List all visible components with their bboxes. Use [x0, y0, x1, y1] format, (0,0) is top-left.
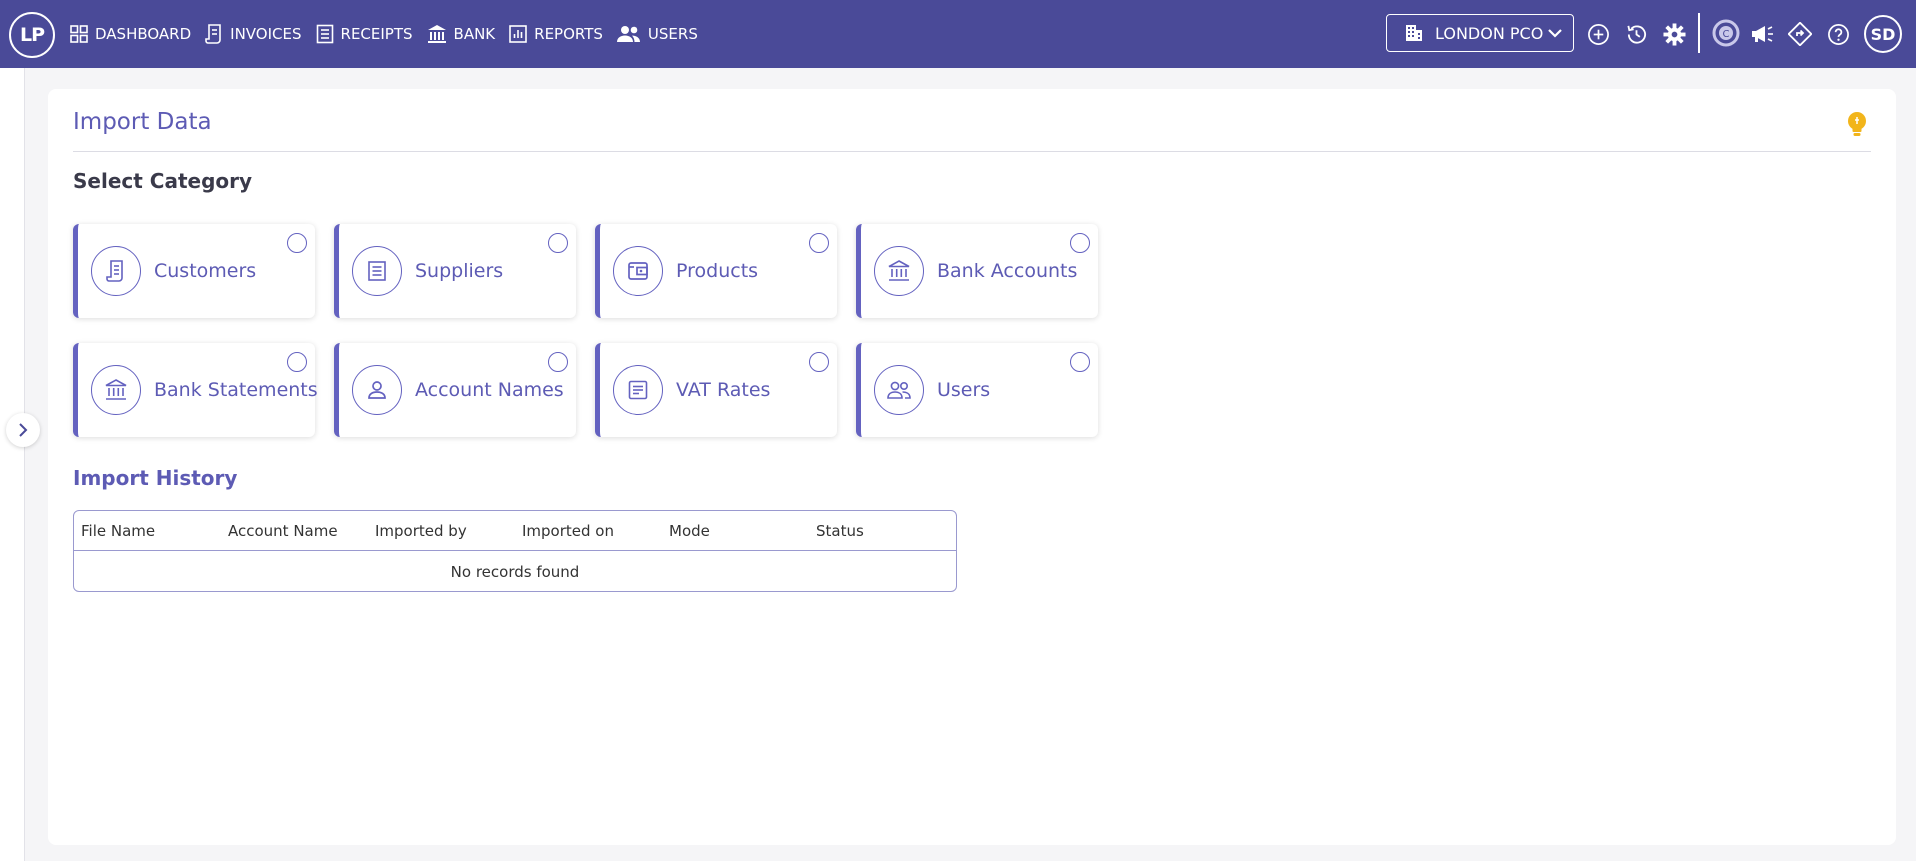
category-radio[interactable]	[287, 233, 307, 253]
chevron-down-icon	[1548, 29, 1562, 38]
nav-item-receipts[interactable]: RECEIPTS	[316, 24, 413, 44]
help-question-icon	[1827, 23, 1849, 45]
dashboard-grid-icon	[70, 25, 88, 43]
c-brand-icon: C	[1712, 19, 1740, 47]
top-navigation-bar: LP DASHBOARD INVOICES RECEIPTS BANK REPO…	[0, 0, 1916, 68]
bank-icon	[874, 246, 924, 296]
category-radio[interactable]	[809, 233, 829, 253]
column-header-file-name[interactable]: File Name	[81, 522, 155, 540]
organization-select-value: LONDON PCO	[1435, 23, 1544, 43]
nav-label: DASHBOARD	[95, 25, 192, 43]
category-radio[interactable]	[809, 352, 829, 372]
history-icon	[1626, 24, 1646, 44]
nav-label: RECEIPTS	[340, 25, 413, 43]
settings-button[interactable]	[1662, 22, 1686, 46]
invoice-icon	[205, 24, 221, 44]
nav-label: USERS	[647, 25, 698, 43]
suppliers-list-icon	[352, 246, 402, 296]
title-divider	[73, 151, 1871, 152]
person-icon	[352, 365, 402, 415]
add-button[interactable]	[1586, 22, 1610, 46]
history-button[interactable]	[1624, 22, 1648, 46]
category-label: VAT Rates	[676, 379, 771, 401]
brand-c-button[interactable]: C	[1712, 19, 1740, 47]
announcement-megaphone-icon	[1752, 26, 1773, 42]
bank-icon	[427, 25, 446, 43]
chevron-right-icon	[19, 423, 28, 437]
sidebar-expand-button[interactable]	[6, 413, 40, 447]
products-wallet-icon	[613, 246, 663, 296]
app-logo[interactable]: LP	[9, 12, 55, 58]
help-button[interactable]	[1826, 22, 1850, 46]
category-card-products[interactable]: Products	[595, 224, 837, 318]
category-radio[interactable]	[1070, 352, 1090, 372]
category-card-bank-statements[interactable]: Bank Statements	[73, 343, 318, 437]
category-label: Bank Accounts	[937, 260, 1078, 282]
category-card-vat-rates[interactable]: VAT Rates	[595, 343, 837, 437]
settings-gear-icon	[1662, 22, 1686, 46]
table-header-row: File Name Account Name Imported by Impor…	[74, 511, 956, 551]
directions-button[interactable]	[1788, 22, 1812, 46]
nav-label: INVOICES	[230, 25, 302, 43]
category-label: Products	[676, 260, 759, 282]
category-card-account-names[interactable]: Account Names	[334, 343, 576, 437]
category-radio[interactable]	[548, 233, 568, 253]
organization-select[interactable]: LONDON PCO	[1386, 14, 1574, 52]
nav-item-reports[interactable]: REPORTS	[509, 25, 603, 43]
users-icon	[874, 365, 924, 415]
tips-button[interactable]	[1846, 111, 1868, 141]
lightbulb-icon	[1848, 112, 1866, 136]
add-circle-icon	[1587, 23, 1609, 45]
nav-item-invoices[interactable]: INVOICES	[205, 24, 302, 44]
building-icon	[1406, 25, 1422, 41]
empty-state-message: No records found	[450, 562, 580, 581]
user-avatar[interactable]: SD	[1864, 15, 1902, 53]
page-title: Import Data	[73, 109, 212, 135]
toolbar-divider	[1698, 13, 1700, 53]
column-header-account-name[interactable]: Account Name	[228, 522, 338, 540]
category-label: Suppliers	[415, 260, 504, 282]
import-history-heading: Import History	[73, 466, 238, 490]
category-card-suppliers[interactable]: Suppliers	[334, 224, 576, 318]
nav-label: REPORTS	[534, 25, 603, 43]
category-card-customers[interactable]: Customers	[73, 224, 315, 318]
customers-document-icon	[91, 246, 141, 296]
category-label: Users	[937, 379, 991, 401]
column-header-imported-by[interactable]: Imported by	[375, 522, 467, 540]
column-header-imported-on[interactable]: Imported on	[522, 522, 614, 540]
vat-list-icon	[613, 365, 663, 415]
diamond-directions-icon	[1788, 22, 1812, 46]
main-content-card: Import Data Select Category Customers Su…	[48, 89, 1896, 845]
announcements-button[interactable]	[1750, 22, 1774, 46]
reports-chart-icon	[509, 25, 527, 43]
category-label: Account Names	[415, 379, 564, 401]
select-category-heading: Select Category	[73, 169, 253, 193]
nav-label: BANK	[453, 25, 496, 43]
nav-item-bank[interactable]: BANK	[427, 24, 496, 44]
users-icon	[616, 26, 640, 42]
nav-item-users[interactable]: USERS	[616, 25, 698, 43]
svg-text:C: C	[1723, 29, 1730, 40]
receipt-icon	[316, 24, 333, 44]
category-radio[interactable]	[287, 352, 307, 372]
category-label: Customers	[154, 260, 257, 282]
column-header-status[interactable]: Status	[816, 522, 864, 540]
main-nav: DASHBOARD INVOICES RECEIPTS BANK REPORTS…	[70, 0, 712, 68]
category-label: Bank Statements	[154, 379, 318, 401]
left-sidebar-rail	[0, 68, 25, 861]
category-card-users[interactable]: Users	[856, 343, 1098, 437]
nav-item-dashboard[interactable]: DASHBOARD	[70, 25, 191, 43]
bank-icon	[91, 365, 141, 415]
import-history-table: File Name Account Name Imported by Impor…	[73, 510, 957, 592]
category-radio[interactable]	[548, 352, 568, 372]
category-radio[interactable]	[1070, 233, 1090, 253]
category-card-bank-accounts[interactable]: Bank Accounts	[856, 224, 1098, 318]
column-header-mode[interactable]: Mode	[669, 522, 710, 540]
